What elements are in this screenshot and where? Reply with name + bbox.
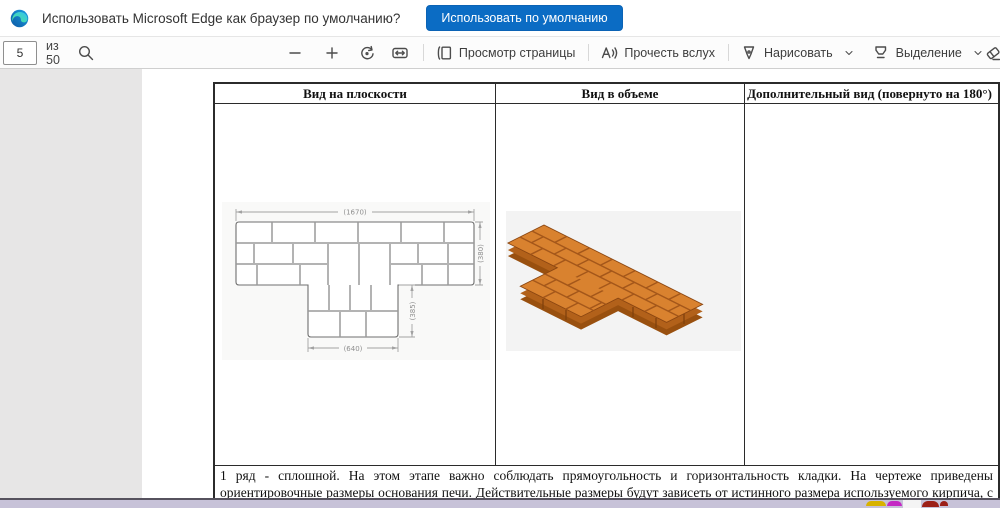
toolbar-divider <box>422 44 424 61</box>
fit-to-width-icon[interactable] <box>391 44 409 62</box>
page-count-label: из 50 <box>46 38 60 67</box>
plan-drawing-svg: (1670) (380) (385) (640) <box>235 209 485 353</box>
taskbar-icon-fragment <box>887 501 902 506</box>
dim-width-label: (1670) <box>343 209 367 217</box>
taskbar-window-fragment <box>903 500 921 508</box>
highlighter-icon <box>874 45 886 58</box>
page-view-label: Просмотр страницы <box>458 45 576 60</box>
read-aloud-icon <box>602 46 618 59</box>
read-aloud-label: Прочесть вслух <box>624 45 715 60</box>
highlight-label: Выделение <box>895 45 962 60</box>
pdf-viewport[interactable]: Вид на плоскости Вид в объеме Дополнител… <box>0 69 1000 508</box>
header-volume-view: Вид в объеме <box>496 84 745 103</box>
cell-volume-view <box>496 104 745 465</box>
read-aloud-button[interactable]: Прочесть вслух <box>600 44 715 62</box>
chevron-down-icon[interactable] <box>843 47 855 59</box>
zoom-out-icon[interactable] <box>286 44 304 62</box>
pdf-toolbar: из 50 Просмотр страницы Про <box>0 37 1000 69</box>
pdf-page: Вид на плоскости Вид в объеме Дополнител… <box>142 69 1000 508</box>
toolbar-divider <box>727 44 729 61</box>
edge-window: Использовать Microsoft Edge как браузер … <box>0 0 1000 508</box>
search-icon[interactable] <box>77 44 95 62</box>
edge-logo-icon <box>10 9 29 27</box>
rotate-icon[interactable] <box>358 44 376 62</box>
set-default-button[interactable]: Использовать по умолчанию <box>426 5 623 31</box>
draw-label: Нарисовать <box>763 45 833 60</box>
default-browser-banner: Использовать Microsoft Edge как браузер … <box>0 0 1000 37</box>
page-view-icon <box>437 45 452 60</box>
page-number-input[interactable] <box>3 40 37 65</box>
document-table: Вид на плоскости Вид в объеме Дополнител… <box>213 82 1000 508</box>
header-extra-view: Дополнительный вид (повернуто на 180°) <box>747 85 992 101</box>
banner-message: Использовать Microsoft Edge как браузер … <box>42 10 401 26</box>
brick-plan-drawing: (1670) (380) (385) (640) <box>222 202 490 360</box>
toolbar-divider <box>588 44 590 61</box>
taskbar-icon-fragment <box>940 501 948 506</box>
erase-icon[interactable] <box>984 44 1000 62</box>
chevron-down-icon[interactable] <box>972 47 984 59</box>
cell-plan-view: (1670) (380) (385) (640) <box>215 104 496 465</box>
table-header-row: Вид на плоскости Вид в объеме Дополнител… <box>215 84 998 104</box>
dim-height-label: (380) <box>477 244 485 263</box>
taskbar-icon-fragment <box>866 501 886 506</box>
dim-stem-width-label: (640) <box>344 345 363 353</box>
draw-button[interactable]: Нарисовать <box>740 44 855 62</box>
dim-stem-height-label: (385) <box>409 301 417 320</box>
table-body-row: (1670) (380) (385) (640) <box>215 104 998 466</box>
taskbar-strip[interactable] <box>0 500 1000 508</box>
page-view-button[interactable]: Просмотр страницы <box>435 44 575 62</box>
taskbar-icon-fragment <box>922 501 939 507</box>
brick-3d-render <box>506 211 741 351</box>
iso-drawing-svg <box>506 224 704 336</box>
highlight-button[interactable]: Выделение <box>872 44 984 62</box>
cell-extra-view <box>745 104 994 465</box>
header-plan-view: Вид на плоскости <box>215 84 496 103</box>
zoom-in-icon[interactable] <box>323 44 341 62</box>
draw-pen-icon <box>743 45 755 59</box>
